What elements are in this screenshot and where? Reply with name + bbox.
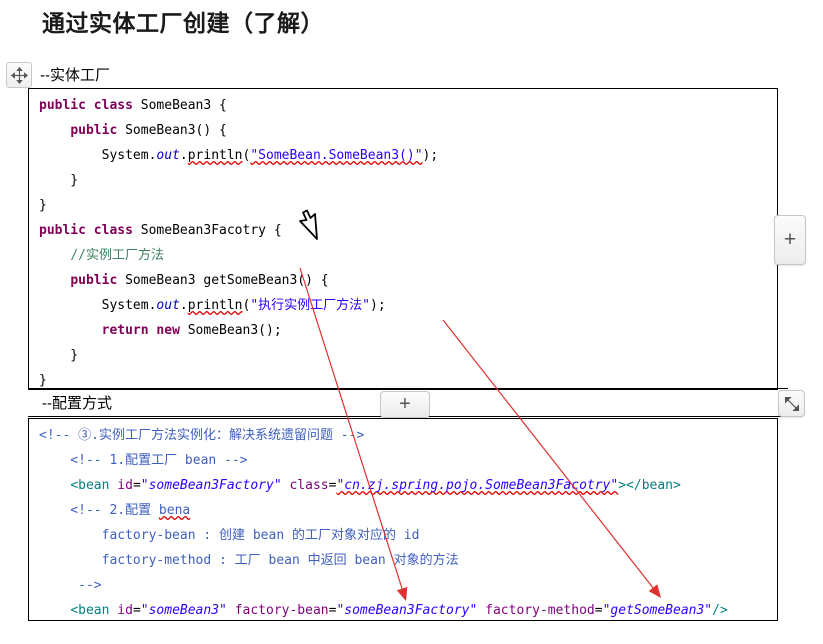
resize-handle-button[interactable] xyxy=(778,390,805,417)
code-line: } xyxy=(39,168,777,193)
resize-diagonal-icon xyxy=(784,396,799,411)
code-line: System.out.println("执行实例工厂方法"); xyxy=(39,293,777,318)
xml-code-block[interactable]: <!-- ③.实例工厂方法实例化：解决系统遗留问题 --> <!-- 1.配置工… xyxy=(28,418,778,621)
code-token: "执行实例工厂方法" xyxy=(250,298,370,313)
code-token: bena xyxy=(158,503,191,518)
code-token: factory-bean xyxy=(234,603,329,618)
code-token: public xyxy=(39,223,86,238)
code-line: <!-- 1.配置工厂 bean --> xyxy=(39,448,777,473)
code-token: </bean> xyxy=(626,478,681,493)
code-token: } xyxy=(39,173,79,188)
code-token: println xyxy=(187,148,243,163)
move-handle-button[interactable] xyxy=(6,62,32,88)
code-token: public xyxy=(70,123,118,138)
code-line: return new SomeBean3(); xyxy=(39,318,777,343)
code-line: public SomeBean3 getSomeBean3() { xyxy=(39,268,777,293)
code-token: <!-- ③.实例工厂方法实例化：解决系统遗留问题 --> xyxy=(39,428,365,443)
code-line: factory-bean : 创建 bean 的工厂对象对应的 id xyxy=(39,523,777,548)
code-token: factory-bean : 创建 bean 的工厂对象对应的 id xyxy=(39,528,420,543)
code-token: <!-- 1.配置工厂 bean --> xyxy=(39,453,248,468)
code-line: <bean id="someBean3" factory-bean="someB… xyxy=(39,598,777,620)
code-token: SomeBean3Facotry { xyxy=(132,223,282,238)
code-line: factory-method : 工厂 bean 中返回 bean 对象的方法 xyxy=(39,548,777,573)
code-token: . xyxy=(179,298,188,313)
code-token: public xyxy=(39,98,86,113)
code-token: . xyxy=(179,148,188,163)
code-token: } xyxy=(39,198,47,213)
code-token: factory-method xyxy=(485,603,595,618)
code-token: SomeBean3(); xyxy=(179,323,282,338)
code-token: "someBean3Factory" xyxy=(336,603,478,618)
code-token: > xyxy=(618,478,627,493)
code-line: //实例工厂方法 xyxy=(39,243,777,268)
code-token: "someBean3Factory" xyxy=(140,478,282,493)
code-token: "getSomeBean3" xyxy=(602,603,713,618)
code-token: "someBean3" xyxy=(140,603,227,618)
code-token: ); xyxy=(422,148,439,163)
code-line: <!-- 2.配置 bena xyxy=(39,498,777,523)
add-button-right[interactable]: + xyxy=(774,215,806,265)
code-token: SomeBean3 getSomeBean3() { xyxy=(117,273,329,288)
code-token: "cn.zj.spring.pojo.SomeBean3Facotry" xyxy=(336,478,619,493)
code-token: class xyxy=(93,223,133,238)
page-title: 通过实体工厂创建（了解） xyxy=(42,11,324,36)
code-token: } xyxy=(39,373,47,388)
code-token: "SomeBean.SomeBean3()" xyxy=(250,148,423,163)
move-arrows-icon xyxy=(10,66,28,84)
code-token: = xyxy=(132,603,141,618)
code-token: SomeBean3 { xyxy=(132,98,227,113)
code-token: return xyxy=(101,323,149,338)
code-token: id xyxy=(117,603,133,618)
code-token: <bean xyxy=(70,603,110,618)
code-line: } xyxy=(39,368,777,389)
code-token: System. xyxy=(39,148,157,163)
code-token: //实例工厂方法 xyxy=(70,248,164,263)
code-token: = xyxy=(594,603,603,618)
java-code-block[interactable]: public class SomeBean3 { public SomeBean… xyxy=(28,88,778,390)
code-token: SomeBean3() { xyxy=(117,123,227,138)
code-token: out xyxy=(156,148,180,163)
code-line: } xyxy=(39,343,777,368)
code-line: System.out.println("SomeBean.SomeBean3()… xyxy=(39,143,777,168)
divider-top xyxy=(28,388,788,389)
caption-entity-factory: --实体工厂 xyxy=(40,67,110,84)
code-token: public xyxy=(70,273,118,288)
caption-config-mode: --配置方式 xyxy=(42,395,112,412)
code-line: --> xyxy=(39,573,777,598)
code-line: public SomeBean3() { xyxy=(39,118,777,143)
code-token: System. xyxy=(39,298,157,313)
code-line: <bean id="someBean3Factory" class="cn.zj… xyxy=(39,473,777,498)
code-token: --> xyxy=(39,578,102,593)
code-token: /> xyxy=(712,603,728,618)
code-token: class xyxy=(93,98,133,113)
code-token: out xyxy=(156,298,180,313)
code-line: public class SomeBean3 { xyxy=(39,93,777,118)
add-button-middle[interactable]: + xyxy=(380,391,430,418)
code-line: } xyxy=(39,193,777,218)
code-line: public class SomeBean3Facotry { xyxy=(39,218,777,243)
code-token: } xyxy=(39,348,79,363)
code-token: ); xyxy=(370,298,386,313)
code-token: class xyxy=(289,478,329,493)
code-token: new xyxy=(156,323,180,338)
code-line: <!-- ③.实例工厂方法实例化：解决系统遗留问题 --> xyxy=(39,423,777,448)
code-token: <bean xyxy=(70,478,110,493)
code-token: <!-- 2.配置 xyxy=(39,503,159,518)
code-token: factory-method : 工厂 bean 中返回 bean 对象的方法 xyxy=(39,553,459,568)
code-token: id xyxy=(117,478,133,493)
code-token: = xyxy=(132,478,141,493)
code-token: println xyxy=(187,298,243,313)
